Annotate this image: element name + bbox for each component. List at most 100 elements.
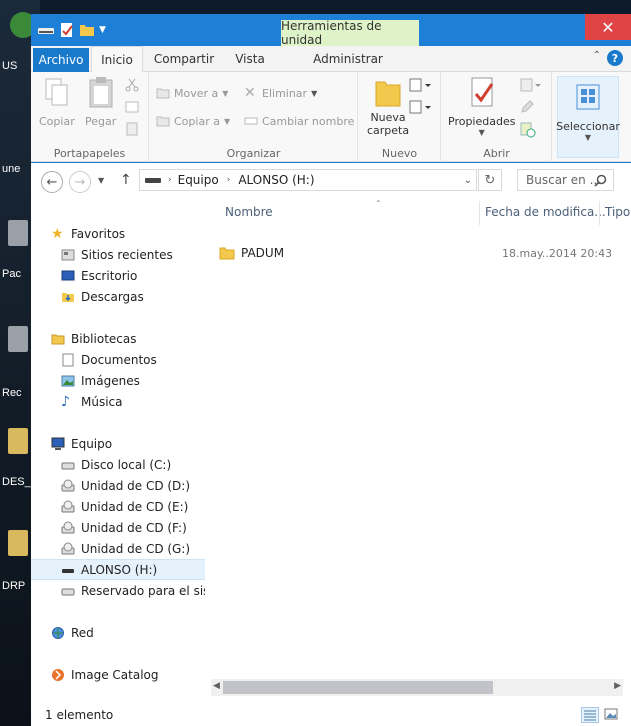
cd-drive-icon xyxy=(61,521,75,533)
nav-libraries[interactable]: Bibliotecas xyxy=(31,328,205,349)
rename-icon xyxy=(244,117,258,125)
column-separator[interactable] xyxy=(479,201,480,225)
paste-shortcut-icon[interactable] xyxy=(125,122,139,136)
delete-button[interactable]: ✕ Eliminar ▼ xyxy=(244,86,317,100)
search-input[interactable]: Buscar en ... xyxy=(517,169,614,191)
tab-view[interactable]: Vista xyxy=(227,46,273,72)
nav-drive-c[interactable]: Disco local (C:) xyxy=(31,454,205,475)
desktop-label: US xyxy=(2,60,18,72)
new-item-icon[interactable] xyxy=(409,78,433,92)
nav-music[interactable]: ♪ Música xyxy=(31,391,205,412)
file-explorer-window: ▼ Herramientas de unidad ✕ Archivo Inici… xyxy=(31,14,631,726)
column-header-date[interactable]: Fecha de modifica... xyxy=(485,205,606,219)
chevron-right-icon[interactable]: › xyxy=(227,175,231,185)
nav-item-label: Música xyxy=(81,394,123,409)
scroll-left-icon[interactable]: ◀ xyxy=(213,681,220,691)
nav-item-label: Disco local (C:) xyxy=(81,457,172,472)
nav-documents[interactable]: Documentos xyxy=(31,349,205,370)
copy-button[interactable]: Copiar xyxy=(39,76,75,128)
nav-item-label: Descargas xyxy=(81,289,144,304)
file-row[interactable]: PADUM 18.may..2014 20:43 Carpeta de arch… xyxy=(219,243,631,263)
paste-button[interactable]: Pegar xyxy=(85,76,116,128)
details-view-icon xyxy=(584,710,596,721)
nav-drive-f[interactable]: Unidad de CD (F:) xyxy=(31,517,205,538)
nav-item-label: Escritorio xyxy=(81,268,138,283)
ribbon-tabs: Archivo Inicio Compartir Vista Administr… xyxy=(31,46,631,73)
nav-drive-e[interactable]: Unidad de CD (E:) xyxy=(31,496,205,517)
new-group-label: Nuevo xyxy=(381,147,418,160)
breadcrumb-drive[interactable]: ALONSO (H:) xyxy=(238,173,314,187)
column-header-type[interactable]: Tipo xyxy=(605,205,630,219)
horizontal-scrollbar[interactable]: ◀ ▶ xyxy=(211,679,623,696)
chevron-down-icon[interactable]: ▼ xyxy=(99,25,106,35)
tab-share[interactable]: Compartir xyxy=(149,46,219,72)
recent-locations-icon[interactable]: ▼ xyxy=(98,176,104,185)
nav-computer[interactable]: Equipo xyxy=(31,433,205,454)
up-arrow-icon[interactable]: ↑ xyxy=(120,172,132,188)
properties-icon[interactable] xyxy=(59,22,75,38)
new-folder-button[interactable]: Nueva carpeta xyxy=(367,76,409,137)
nav-item-label: Sitios recientes xyxy=(81,247,173,262)
nav-system-reserved[interactable]: Reservado para el sistema xyxy=(31,580,205,601)
close-icon: ✕ xyxy=(601,17,615,37)
nav-image-catalog[interactable]: Image Catalog xyxy=(31,664,205,685)
select-button[interactable]: Seleccionar ▼ xyxy=(556,81,620,142)
history-icon[interactable] xyxy=(520,122,536,138)
nav-desktop[interactable]: Escritorio xyxy=(31,265,205,286)
large-icons-view-icon xyxy=(604,708,618,720)
recent-places-icon xyxy=(61,249,75,260)
copy-to-button[interactable]: Copiar a ▼ xyxy=(156,114,230,128)
chevron-down-icon: ▼ xyxy=(223,116,231,126)
cut-icon[interactable] xyxy=(125,78,139,92)
column-separator[interactable] xyxy=(599,201,600,225)
refresh-button[interactable]: ↻ xyxy=(478,169,502,191)
back-button[interactable]: ← xyxy=(41,171,63,193)
copy-path-icon[interactable] xyxy=(125,100,139,114)
new-folder-icon[interactable] xyxy=(79,22,95,38)
drive-icon[interactable] xyxy=(37,24,55,36)
move-to-button[interactable]: Mover a ▼ xyxy=(156,86,228,100)
tab-home[interactable]: Inicio xyxy=(91,46,143,73)
desktop-icon[interactable] xyxy=(8,220,28,246)
easy-access-icon[interactable] xyxy=(409,100,433,114)
edit-icon[interactable] xyxy=(520,100,534,114)
scrollbar-thumb[interactable] xyxy=(223,681,493,694)
nav-downloads[interactable]: Descargas xyxy=(31,286,205,307)
folder-icon[interactable] xyxy=(8,530,28,556)
column-header-name[interactable]: Nombre xyxy=(225,205,273,219)
open-icon[interactable] xyxy=(520,78,542,92)
desktop-icon[interactable] xyxy=(8,326,28,352)
desktop-label: une xyxy=(2,163,21,175)
folder-icon[interactable] xyxy=(8,428,28,454)
tab-manage[interactable]: Administrar xyxy=(303,46,393,72)
breadcrumb-computer[interactable]: Equipo xyxy=(178,173,219,187)
chevron-right-icon[interactable]: › xyxy=(168,175,172,185)
nav-recent-places[interactable]: Sitios recientes xyxy=(31,244,205,265)
nav-favorites[interactable]: ★ Favoritos xyxy=(31,223,205,244)
open-group: Propiedades ▼ Abrir xyxy=(442,72,552,162)
rename-button[interactable]: Cambiar nombre xyxy=(244,114,354,128)
nav-pictures[interactable]: Imágenes xyxy=(31,370,205,391)
large-icons-view-button[interactable] xyxy=(603,707,621,723)
nav-network[interactable]: Red xyxy=(31,622,205,643)
help-icon[interactable]: ? xyxy=(607,50,623,66)
computer-icon xyxy=(51,437,65,450)
nav-network-label: Red xyxy=(71,625,94,640)
properties-button[interactable]: Propiedades ▼ xyxy=(448,76,515,137)
quick-access-toolbar: ▼ xyxy=(37,22,106,38)
nav-drive-d[interactable]: Unidad de CD (D:) xyxy=(31,475,205,496)
scroll-right-icon[interactable]: ▶ xyxy=(614,681,621,691)
document-icon xyxy=(62,353,74,366)
nav-drive-g[interactable]: Unidad de CD (G:) xyxy=(31,538,205,559)
details-view-button[interactable] xyxy=(581,707,599,723)
nav-drive-h[interactable]: ALONSO (H:) xyxy=(31,559,205,580)
folder-icon xyxy=(375,81,401,107)
close-button[interactable]: ✕ xyxy=(585,14,631,40)
search-placeholder: Buscar en ... xyxy=(526,173,602,187)
tab-file[interactable]: Archivo xyxy=(33,48,89,72)
select-group[interactable]: Seleccionar ▼ xyxy=(556,76,620,158)
address-bar[interactable]: › Equipo › ALONSO (H:) ⌄ xyxy=(139,169,477,191)
forward-button[interactable]: → xyxy=(69,171,91,193)
chevron-down-icon[interactable]: ⌄ xyxy=(464,175,472,186)
chevron-up-icon[interactable]: ⌃ xyxy=(593,50,601,61)
